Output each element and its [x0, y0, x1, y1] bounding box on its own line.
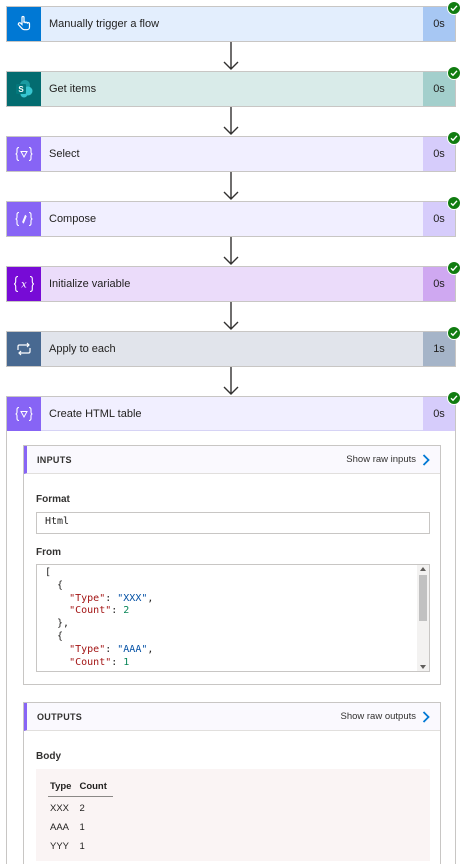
- inputs-card: INPUTS Show raw inputs Format Html From …: [23, 445, 441, 685]
- step-title: Initialize variable: [49, 278, 131, 290]
- table-row: YYY 1: [48, 835, 113, 854]
- connector-arrow: [223, 302, 239, 330]
- connector-arrow: [223, 367, 239, 395]
- table-row: AAA 1: [48, 816, 113, 835]
- chevron-right-icon: [422, 453, 430, 466]
- outputs-card: OUTPUTS Show raw outputs Body Type Count: [23, 702, 441, 864]
- success-check-icon: [447, 66, 461, 80]
- code-line: },: [45, 618, 70, 630]
- step-icon-box: [7, 332, 41, 366]
- table-row: XXX 2: [48, 797, 113, 817]
- success-check-icon: [447, 391, 461, 405]
- sharepoint-icon: S: [16, 80, 33, 98]
- show-raw-inputs-link[interactable]: Show raw inputs: [346, 453, 430, 466]
- code-line: "Count": 1: [69, 656, 130, 668]
- scroll-up-icon[interactable]: [420, 567, 426, 571]
- success-check-icon: [447, 326, 461, 340]
- svg-text:S: S: [18, 85, 24, 94]
- flow-run-canvas: Manually trigger a flow 0s S Get items 0…: [0, 0, 466, 864]
- table-cell: 2: [79, 803, 85, 814]
- chevron-right-icon: [422, 710, 430, 723]
- connector-arrow: [223, 42, 239, 70]
- data-operation-icon: [15, 146, 33, 162]
- table-cell: YYY: [50, 841, 70, 852]
- table-cell: AAA: [50, 822, 70, 833]
- show-raw-outputs-label: Show raw outputs: [340, 711, 416, 722]
- scrollbar-thumb[interactable]: [419, 575, 427, 621]
- variable-icon: x: [13, 275, 35, 293]
- code-line: {: [45, 579, 64, 591]
- table-cell: 1: [79, 822, 85, 833]
- table-cell: 1: [79, 841, 85, 852]
- format-label: Format: [36, 494, 70, 505]
- table-cell: XXX: [50, 803, 70, 814]
- scroll-down-icon[interactable]: [420, 665, 426, 669]
- outputs-card-header: OUTPUTS Show raw outputs: [24, 703, 440, 731]
- step-icon-box: [7, 202, 41, 236]
- table-header-row: Type Count: [48, 779, 113, 797]
- step-title: Select: [49, 148, 80, 160]
- code-line: {: [45, 630, 64, 642]
- step-initialize-variable[interactable]: x Initialize variable 0s: [6, 261, 461, 302]
- step-compose[interactable]: Compose 0s: [6, 196, 461, 237]
- body-output: Type Count XXX 2 AAA 1 YYY 1: [36, 769, 430, 861]
- step-icon-box: [7, 396, 41, 431]
- connector-arrow: [223, 237, 239, 265]
- step-icon-box: x: [7, 267, 41, 301]
- step-icon-box: S: [7, 72, 41, 106]
- connector-arrow: [223, 107, 239, 135]
- code-line: [: [45, 567, 52, 578]
- inputs-card-header: INPUTS Show raw inputs: [24, 446, 440, 474]
- html-output-table: Type Count XXX 2 AAA 1 YYY 1: [48, 779, 113, 854]
- step-title: Compose: [49, 213, 97, 225]
- step-select[interactable]: Select 0s: [6, 131, 461, 172]
- outputs-header: OUTPUTS: [37, 711, 83, 722]
- code-line: "Type": "XXX",: [69, 592, 154, 604]
- inputs-header: INPUTS: [37, 454, 72, 465]
- code-line: "Count": 2: [69, 605, 130, 617]
- success-check-icon: [447, 1, 461, 15]
- step-apply-to-each[interactable]: Apply to each 1s: [6, 326, 461, 367]
- svg-text:x: x: [21, 280, 27, 291]
- format-field[interactable]: Html: [36, 512, 430, 534]
- from-label: From: [36, 547, 61, 558]
- connector-arrow: [223, 172, 239, 200]
- step-manually-trigger-a-flow[interactable]: Manually trigger a flow 0s: [6, 1, 461, 42]
- loop-icon: [17, 342, 31, 356]
- step-title: Manually trigger a flow: [49, 18, 160, 30]
- code-scrollbar[interactable]: [417, 565, 429, 671]
- data-operation-icon: [15, 406, 33, 421]
- step-title: Get items: [49, 83, 97, 95]
- step-get-items[interactable]: S Get items 0s: [6, 66, 461, 107]
- hand-touch-icon: [17, 15, 31, 31]
- body-label: Body: [36, 751, 61, 762]
- success-check-icon: [447, 131, 461, 145]
- step-create-html-table: Create HTML table 0s INPUTS Show raw inp…: [6, 391, 461, 864]
- code-line: "Type": "AAA",: [69, 643, 154, 655]
- success-check-icon: [447, 261, 461, 275]
- step-title: Create HTML table: [49, 407, 142, 420]
- show-raw-inputs-label: Show raw inputs: [346, 454, 416, 465]
- from-code-content: [ { "Type": "XXX", "Count": 2 }, { "Type…: [37, 565, 429, 669]
- show-raw-outputs-link[interactable]: Show raw outputs: [340, 710, 430, 723]
- table-header-type: Type: [48, 779, 78, 797]
- step-icon-box: [7, 137, 41, 171]
- step-icon-box: [7, 7, 41, 41]
- from-code-field[interactable]: [ { "Type": "XXX", "Count": 2 }, { "Type…: [36, 564, 430, 672]
- table-header-count: Count: [77, 779, 113, 797]
- data-operation-icon: [15, 211, 33, 227]
- step-title: Apply to each: [49, 343, 116, 355]
- success-check-icon: [447, 196, 461, 210]
- step-header[interactable]: Create HTML table 0s: [7, 396, 455, 431]
